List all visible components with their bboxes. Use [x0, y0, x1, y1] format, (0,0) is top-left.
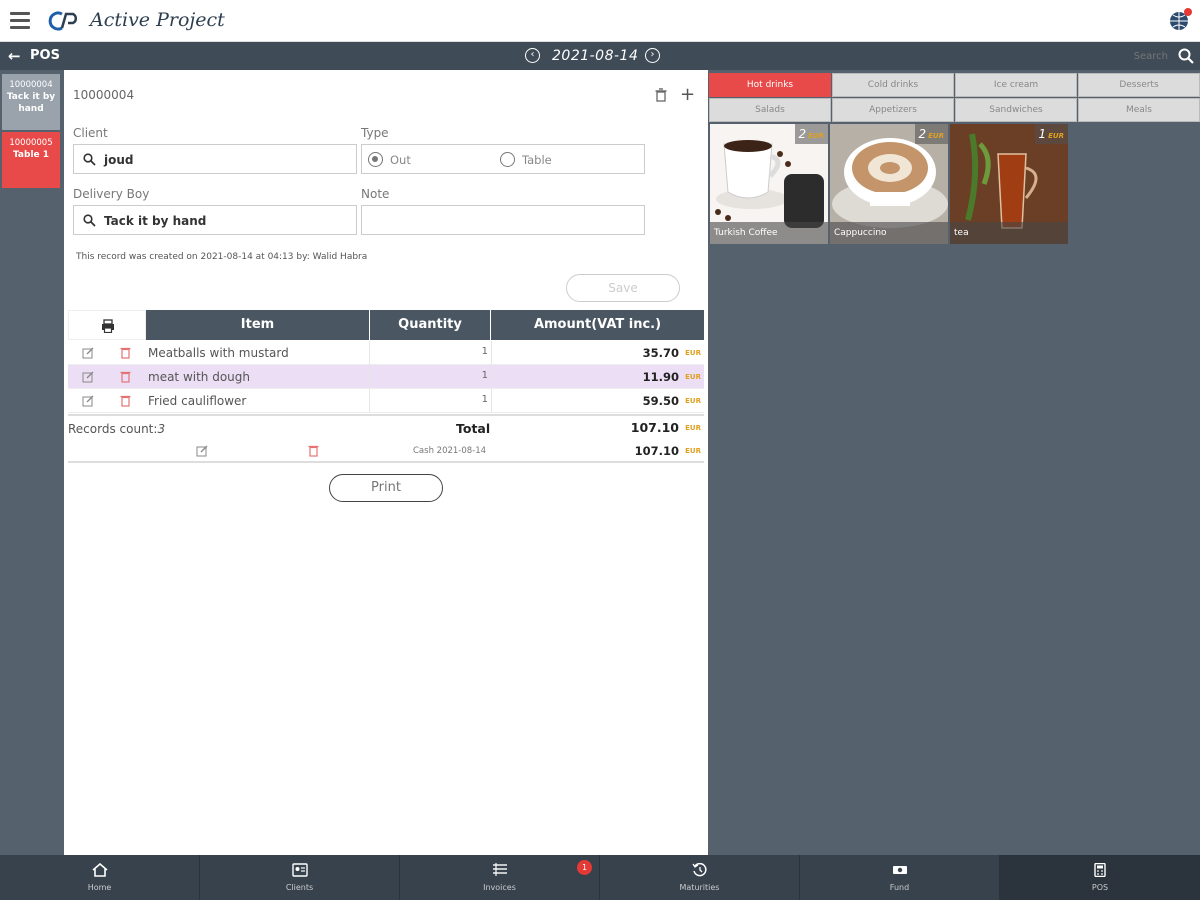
logo-icon	[48, 11, 78, 31]
total-amount: 107.10	[630, 420, 679, 435]
product-price: 2 EUR	[914, 124, 948, 144]
clients-icon	[292, 863, 308, 877]
fund-icon	[893, 866, 907, 874]
category-hot-drinks[interactable]: Hot drinks	[709, 73, 831, 97]
home-icon	[92, 863, 108, 877]
current-date[interactable]: 2021-08-14	[552, 48, 638, 64]
delete-record-icon[interactable]	[654, 88, 668, 102]
maturities-icon	[692, 863, 707, 877]
delivery-boy-label: Delivery Boy	[73, 187, 150, 201]
type-radio-out[interactable]	[368, 152, 383, 167]
nav-pos[interactable]: POS	[1000, 855, 1200, 900]
print-table-button[interactable]	[68, 310, 146, 340]
product-tile[interactable]: 2 EUR Cappuccino	[830, 124, 948, 244]
payment-description: Cash 2021-08-14	[413, 446, 487, 456]
invoices-badge: 1	[577, 860, 592, 875]
nav-invoices[interactable]: 1 Invoices	[400, 855, 600, 900]
search-icon	[83, 214, 96, 227]
table-row[interactable]: meat with dough 1 11.90 EUR	[68, 365, 704, 389]
edit-payment-icon[interactable]	[196, 445, 208, 457]
note-field[interactable]	[361, 205, 645, 235]
record-id: 10000004	[73, 88, 135, 102]
nav-home[interactable]: Home	[0, 855, 200, 900]
type-label: Type	[361, 126, 389, 140]
order-form-panel: 10000004 + Client joud Type Out Table De…	[64, 70, 708, 855]
product-price: 2 EUR	[794, 124, 828, 144]
type-radio-table[interactable]	[500, 152, 515, 167]
save-button[interactable]: Save	[566, 274, 680, 302]
app-header: Active Project	[0, 0, 1200, 42]
delivery-boy-field[interactable]: Tack it by hand	[73, 205, 357, 235]
records-count: Records count:3	[68, 422, 166, 436]
note-label: Note	[361, 187, 390, 201]
menu-icon[interactable]	[10, 12, 30, 30]
print-button[interactable]: Print	[329, 474, 443, 502]
invoices-icon	[493, 863, 507, 876]
type-radio-group: Out Table	[361, 144, 645, 174]
delete-row-icon[interactable]	[120, 394, 131, 407]
column-header-amount: Amount(VAT inc.)	[491, 310, 704, 340]
items-table-header: Item Quantity Amount(VAT inc.)	[68, 310, 704, 340]
column-header-quantity: Quantity	[370, 310, 490, 340]
delete-row-icon[interactable]	[120, 346, 131, 359]
product-tile[interactable]: 2 EUR Turkish Coffee	[710, 124, 828, 244]
nav-maturities[interactable]: Maturities	[600, 855, 800, 900]
table-row[interactable]: Meatballs with mustard 1 35.70 EUR	[68, 341, 704, 365]
category-meals[interactable]: Meals	[1078, 98, 1200, 122]
payment-amount: 107.10	[634, 444, 679, 458]
nav-clients[interactable]: Clients	[200, 855, 400, 900]
pos-navbar: ← POS ‹ 2021-08-14 ›	[0, 42, 1200, 70]
search-icon	[83, 153, 96, 166]
products-panel: Hot drinks Cold drinks Ice cream Dessert…	[708, 70, 1200, 855]
payment-row: Cash 2021-08-14 107.10 EUR	[68, 439, 704, 463]
product-tile[interactable]: 1 EUR tea	[950, 124, 1068, 244]
record-tab-10000004[interactable]: 10000004 Tack it by hand	[2, 74, 60, 130]
total-label: Total	[456, 421, 491, 436]
page-title: POS	[30, 48, 60, 63]
category-ice-cream[interactable]: Ice cream	[955, 73, 1077, 97]
product-price: 1 EUR	[1034, 124, 1068, 144]
category-salads[interactable]: Salads	[709, 98, 831, 122]
add-record-icon[interactable]: +	[680, 84, 695, 105]
product-name: Cappuccino	[830, 222, 948, 244]
client-label: Client	[73, 126, 108, 140]
category-cold-drinks[interactable]: Cold drinks	[832, 73, 954, 97]
delete-payment-icon[interactable]	[308, 444, 319, 457]
printer-icon	[102, 319, 114, 333]
category-sandwiches[interactable]: Sandwiches	[955, 98, 1077, 122]
edit-icon[interactable]	[82, 347, 94, 359]
back-arrow-icon[interactable]: ←	[8, 47, 21, 65]
totals-row: Records count:3 Total 107.10 EUR	[68, 414, 704, 438]
product-name: Turkish Coffee	[710, 222, 828, 244]
pos-icon	[1094, 863, 1106, 877]
product-name: tea	[950, 222, 1068, 244]
nav-fund[interactable]: Fund	[800, 855, 1000, 900]
delete-row-icon[interactable]	[120, 370, 131, 383]
client-field[interactable]: joud	[73, 144, 357, 174]
record-tab-10000005[interactable]: 10000005 Table 1	[2, 132, 60, 188]
search-input[interactable]	[1090, 46, 1168, 66]
table-row[interactable]: Fried cauliflower 1 59.50 EUR	[68, 389, 704, 413]
records-sidebar: 10000004 Tack it by hand 10000005 Table …	[0, 70, 64, 855]
category-appetizers[interactable]: Appetizers	[832, 98, 954, 122]
edit-icon[interactable]	[82, 395, 94, 407]
date-next-button[interactable]: ›	[645, 48, 660, 63]
bottom-navigation: Home Clients 1 Invoices Maturities Fund …	[0, 855, 1200, 900]
logo-text: Active Project	[90, 9, 225, 31]
created-info-text: This record was created on 2021-08-14 at…	[76, 252, 368, 262]
notification-dot	[1184, 8, 1192, 16]
edit-icon[interactable]	[82, 371, 94, 383]
column-header-item: Item	[146, 310, 369, 340]
search-icon[interactable]	[1178, 48, 1194, 64]
category-desserts[interactable]: Desserts	[1078, 73, 1200, 97]
date-prev-button[interactable]: ‹	[525, 48, 540, 63]
